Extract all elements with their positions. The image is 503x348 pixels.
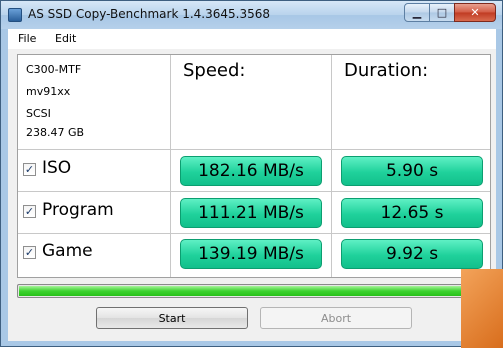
program-duration-result: 12.65 s: [341, 198, 483, 228]
iso-duration-value: 5.90 s: [385, 161, 439, 181]
title-bar[interactable]: AS SSD Copy-Benchmark 1.4.3645.3568 ▁ □ …: [1, 1, 502, 29]
caption-buttons: ▁ □ ✕: [404, 3, 496, 22]
grid-divider: [18, 149, 490, 150]
program-duration-value: 12.65 s: [380, 203, 444, 223]
iso-speed-result: 182.16 MB/s: [180, 156, 322, 186]
close-button[interactable]: ✕: [454, 3, 496, 22]
window-title: AS SSD Copy-Benchmark 1.4.3645.3568: [28, 7, 271, 21]
abort-button[interactable]: Abort: [260, 307, 412, 329]
device-interface: SCSI: [26, 107, 51, 120]
iso-speed-value: 182.16 MB/s: [198, 161, 304, 181]
menu-edit[interactable]: Edit: [55, 32, 76, 45]
minimize-icon: ▁: [412, 6, 422, 19]
grid-divider: [18, 233, 490, 234]
duration-header: Duration:: [344, 60, 429, 81]
game-checkbox[interactable]: ✓: [23, 246, 36, 259]
maximize-button[interactable]: □: [429, 3, 455, 22]
grid-divider: [170, 55, 171, 277]
speed-header: Speed:: [183, 60, 246, 81]
row-label-game: Game: [42, 241, 93, 261]
game-speed-result: 139.19 MB/s: [180, 239, 322, 269]
app-icon: [8, 8, 22, 22]
benchmark-panel: C300-MTF mv91xx SCSI 238.47 GB Speed: Du…: [8, 49, 496, 341]
row-label-program: Program: [42, 200, 114, 220]
check-icon: ✓: [24, 246, 35, 259]
game-speed-value: 139.19 MB/s: [198, 244, 304, 264]
menu-bar: File Edit: [8, 29, 496, 49]
grid-divider: [18, 191, 490, 192]
check-icon: ✓: [24, 205, 35, 218]
row-label-iso: ISO: [42, 158, 72, 178]
device-size: 238.47 GB: [26, 126, 85, 139]
client-area: File Edit C300-MTF mv91xx SCSI 238.47 GB…: [8, 29, 496, 341]
program-checkbox[interactable]: ✓: [23, 205, 36, 218]
abort-button-label: Abort: [320, 311, 352, 325]
site-watermark-logo: [461, 269, 503, 348]
program-speed-value: 111.21 MB/s: [198, 203, 304, 223]
program-speed-result: 111.21 MB/s: [180, 198, 322, 228]
start-button[interactable]: Start: [96, 307, 248, 329]
results-grid: C300-MTF mv91xx SCSI 238.47 GB Speed: Du…: [17, 54, 491, 278]
game-duration-result: 9.92 s: [341, 239, 483, 269]
start-button-label: Start: [158, 311, 186, 325]
grid-divider: [331, 55, 332, 277]
menu-file[interactable]: File: [18, 32, 36, 45]
iso-duration-result: 5.90 s: [341, 156, 483, 186]
game-duration-value: 9.92 s: [385, 244, 439, 264]
progress-fill: [19, 286, 461, 296]
benchmark-progress-bar: [17, 284, 463, 298]
check-icon: ✓: [24, 163, 35, 176]
maximize-icon: □: [436, 6, 448, 19]
minimize-button[interactable]: ▁: [404, 3, 430, 22]
device-controller: mv91xx: [26, 85, 71, 98]
device-model: C300-MTF: [26, 63, 82, 76]
iso-checkbox[interactable]: ✓: [23, 163, 36, 176]
app-window: AS SSD Copy-Benchmark 1.4.3645.3568 ▁ □ …: [0, 0, 503, 348]
close-icon: ✕: [470, 6, 480, 19]
